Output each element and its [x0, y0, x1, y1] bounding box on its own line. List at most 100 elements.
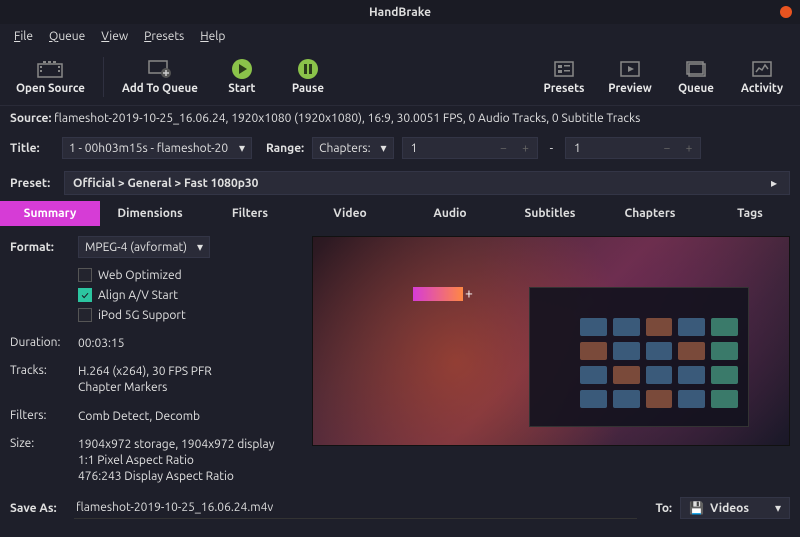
preview-button[interactable]: Preview — [598, 54, 662, 99]
chevron-down-icon: ▾ — [381, 141, 387, 155]
activity-button[interactable]: Activity — [730, 54, 794, 99]
play-icon — [228, 58, 256, 80]
open-source-button[interactable]: Open Source — [6, 54, 95, 99]
pause-icon — [294, 58, 322, 80]
preset-row: Preset: Official > General > Fast 1080p3… — [0, 165, 800, 201]
activity-label: Activity — [741, 82, 783, 95]
checkbox-icon — [78, 268, 92, 282]
pause-label: Pause — [292, 82, 324, 95]
tab-subtitles[interactable]: Subtitles — [500, 201, 600, 226]
duration-label: Duration: — [10, 336, 78, 352]
menu-presets[interactable]: Presets — [138, 28, 190, 45]
destination-select[interactable]: 💾 Videos ▾ — [680, 497, 790, 519]
activity-icon — [748, 58, 776, 80]
title-label: Title: — [10, 142, 54, 155]
separator — [103, 57, 104, 97]
format-value: MPEG-4 (avformat) — [85, 241, 187, 254]
toolbar: Open Source Add To Queue Start Pause Pre… — [0, 48, 800, 106]
pause-button[interactable]: Pause — [276, 54, 340, 99]
filters-value: Comb Detect, Decomb — [78, 409, 300, 425]
align-av-label: Align A/V Start — [98, 289, 178, 302]
range-to-stepper[interactable]: 1 − + — [565, 137, 701, 159]
size-value: 1904x972 storage, 1904x972 display 1:1 P… — [78, 437, 300, 486]
range-label: Range: — [266, 142, 304, 155]
save-as-label: Save As: — [10, 502, 66, 515]
queue-icon — [682, 58, 710, 80]
minus-icon[interactable]: − — [493, 142, 515, 155]
web-optimized-label: Web Optimized — [98, 269, 182, 282]
tracks-value: H.264 (x264), 30 FPS PFR Chapter Markers — [78, 364, 300, 396]
plus-icon[interactable]: + — [678, 142, 700, 155]
plus-icon[interactable]: + — [515, 142, 537, 155]
start-label: Start — [228, 82, 255, 95]
preview-icon — [616, 58, 644, 80]
tab-video[interactable]: Video — [300, 201, 400, 226]
minus-icon[interactable]: − — [656, 142, 678, 155]
to-label: To: — [655, 502, 672, 515]
tab-summary[interactable]: Summary — [0, 201, 100, 226]
tracks-label: Tracks: — [10, 364, 78, 396]
tab-filters[interactable]: Filters — [200, 201, 300, 226]
add-to-queue-button[interactable]: Add To Queue — [112, 54, 208, 99]
range-from-value: 1 — [403, 142, 493, 155]
tab-tags[interactable]: Tags — [700, 201, 800, 226]
queue-label: Queue — [678, 82, 714, 95]
arrow-right-icon: ▸ — [771, 176, 781, 190]
preset-label: Preset: — [10, 177, 54, 190]
tab-chapters[interactable]: Chapters — [600, 201, 700, 226]
tab-dimensions[interactable]: Dimensions — [100, 201, 200, 226]
title-row: Title: 1 - 00h03m15s - flameshot-2019-..… — [0, 131, 800, 165]
source-value: flameshot-2019-10-25_16.06.24, 1920x1080… — [54, 112, 640, 125]
range-to-value: 1 — [566, 142, 656, 155]
ipod-checkbox[interactable]: iPod 5G Support — [78, 308, 300, 322]
menu-help[interactable]: Help — [194, 28, 231, 45]
range-dash: - — [546, 142, 557, 155]
open-source-label: Open Source — [16, 82, 85, 95]
disk-icon: 💾 — [689, 501, 704, 515]
preview-label: Preview — [608, 82, 652, 95]
format-select[interactable]: MPEG-4 (avformat) ▾ — [78, 236, 210, 258]
menu-file[interactable]: File — [8, 28, 39, 45]
duration-value: 00:03:15 — [78, 336, 300, 352]
film-icon — [36, 58, 64, 80]
format-label: Format: — [10, 241, 68, 254]
checkbox-icon — [78, 308, 92, 322]
chevron-down-icon: ▾ — [239, 141, 245, 155]
presets-label: Presets — [544, 82, 585, 95]
menu-view[interactable]: View — [95, 28, 134, 45]
summary-panel: Format: MPEG-4 (avformat) ▾ Web Optimize… — [0, 226, 800, 501]
title-select[interactable]: 1 - 00h03m15s - flameshot-2019-... ▾ — [62, 137, 252, 159]
save-as-input[interactable] — [74, 497, 637, 519]
titlebar: HandBrake — [0, 0, 800, 24]
ipod-label: iPod 5G Support — [98, 309, 186, 322]
tab-audio[interactable]: Audio — [400, 201, 500, 226]
presets-button[interactable]: Presets — [532, 54, 596, 99]
filters-label: Filters: — [10, 409, 78, 425]
preset-select[interactable]: Official > General > Fast 1080p30 ▸ — [64, 171, 790, 195]
menubar: File Queue View Presets Help — [0, 24, 800, 48]
chevron-down-icon: ▾ — [775, 501, 781, 515]
chevron-down-icon: ▾ — [197, 240, 203, 254]
source-label: Source: — [10, 112, 51, 125]
size-label: Size: — [10, 437, 78, 486]
window-title: HandBrake — [369, 6, 431, 19]
source-info: Source: flameshot-2019-10-25_16.06.24, 1… — [0, 106, 800, 131]
presets-icon — [550, 58, 578, 80]
video-preview: + — [312, 236, 790, 446]
preset-value: Official > General > Fast 1080p30 — [73, 177, 258, 190]
range-type-value: Chapters: — [319, 142, 370, 155]
close-button[interactable] — [780, 6, 792, 18]
align-av-checkbox[interactable]: ✓ Align A/V Start — [78, 288, 300, 302]
start-button[interactable]: Start — [210, 54, 274, 99]
range-type-select[interactable]: Chapters: ▾ — [312, 137, 393, 159]
web-optimized-checkbox[interactable]: Web Optimized — [78, 268, 300, 282]
add-to-queue-label: Add To Queue — [122, 82, 198, 95]
tab-bar: Summary Dimensions Filters Video Audio S… — [0, 201, 800, 226]
range-from-stepper[interactable]: 1 − + — [402, 137, 538, 159]
checkbox-checked-icon: ✓ — [78, 288, 92, 302]
menu-queue[interactable]: Queue — [43, 28, 91, 45]
add-queue-icon — [146, 58, 174, 80]
destination-value: Videos — [710, 502, 749, 515]
title-value: 1 - 00h03m15s - flameshot-2019-... — [69, 142, 229, 155]
queue-button[interactable]: Queue — [664, 54, 728, 99]
